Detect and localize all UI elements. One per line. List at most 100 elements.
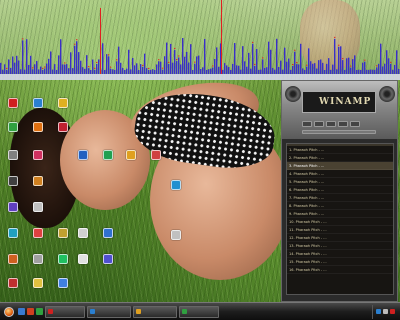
playlist-row[interactable]: 6. Pharaoh Pitch - ... — [287, 186, 393, 194]
taskbar-button[interactable] — [87, 305, 131, 318]
tray-network-icon[interactable] — [376, 309, 381, 314]
analyzer-bar — [286, 61, 288, 74]
playlist-row[interactable]: 3. Pharaoh Pitch - ... — [287, 162, 393, 170]
quicklaunch-browser-icon[interactable] — [27, 308, 34, 315]
desktop-icon[interactable] — [97, 228, 119, 250]
desktop-icon[interactable] — [2, 122, 24, 144]
playlist-row[interactable]: 12. Pharaoh Pitch - ... — [287, 234, 393, 242]
taskbar-button[interactable] — [45, 305, 85, 318]
desktop-icon[interactable] — [2, 98, 24, 120]
desktop-icon[interactable] — [97, 150, 119, 172]
play-button[interactable] — [314, 121, 324, 127]
desktop-icon[interactable] — [52, 254, 74, 276]
playlist-row[interactable]: 4. Pharaoh Pitch - ... — [287, 170, 393, 178]
analyzer-bar — [128, 49, 130, 74]
taskbar-button[interactable] — [179, 305, 219, 318]
tray-volume-icon[interactable] — [383, 309, 388, 314]
stop-button[interactable] — [338, 121, 348, 127]
desktop-icon[interactable] — [27, 122, 49, 144]
app-icon — [33, 98, 43, 108]
desktop-icon[interactable] — [72, 228, 94, 250]
desktop-icon[interactable] — [2, 278, 24, 300]
analyzer-peak — [364, 59, 366, 61]
analyzer-peak — [390, 61, 392, 63]
playlist-row[interactable]: 13. Pharaoh Pitch - ... — [287, 242, 393, 250]
app-icon — [58, 98, 68, 108]
desktop-icon[interactable] — [97, 254, 119, 276]
volume-slider[interactable] — [302, 130, 376, 134]
track-title: 9. Pharaoh Pitch - ... — [289, 212, 325, 216]
analyzer-bar — [270, 49, 272, 74]
analyzer-peak — [342, 58, 344, 60]
playlist-panel[interactable]: 1. Pharaoh Pitch - ... 2. Pharaoh Pitch -… — [286, 143, 394, 295]
desktop-icon[interactable] — [2, 202, 24, 224]
analyzer-bar — [312, 63, 314, 74]
desktop-icon[interactable] — [165, 180, 187, 202]
desktop-icon[interactable] — [2, 150, 24, 172]
quicklaunch-desktop-icon[interactable] — [18, 308, 25, 315]
playlist-row[interactable]: 1. Pharaoh Pitch - ... — [287, 146, 393, 154]
playlist-row[interactable]: 14. Pharaoh Pitch - ... — [287, 250, 393, 258]
playlist-row[interactable]: 9. Pharaoh Pitch - ... — [287, 210, 393, 218]
analyzer-peak — [108, 54, 110, 56]
start-button[interactable] — [1, 305, 17, 319]
desktop-icon[interactable] — [27, 150, 49, 172]
desktop-icon[interactable] — [2, 254, 24, 276]
analyzer-bar — [98, 59, 100, 74]
tray-antivirus-icon[interactable] — [390, 309, 395, 314]
analyzer-peak — [6, 67, 8, 69]
desktop-icon[interactable] — [52, 228, 74, 250]
analyzer-peak — [294, 49, 296, 51]
taskbar-button[interactable] — [133, 305, 177, 318]
desktop-icon[interactable] — [2, 176, 24, 198]
analyzer-bar — [394, 64, 396, 74]
desktop-icon[interactable] — [165, 230, 187, 252]
player-header: WINAMP — [282, 81, 397, 139]
desktop-icon[interactable] — [52, 98, 74, 120]
desktop-icon[interactable] — [27, 254, 49, 276]
playlist-row[interactable]: 5. Pharaoh Pitch - ... — [287, 178, 393, 186]
taskbar-app-icon — [182, 309, 187, 314]
analyzer-bar — [348, 57, 350, 74]
desktop-icon[interactable] — [27, 176, 49, 198]
app-icon — [8, 228, 18, 238]
pause-button[interactable] — [326, 121, 336, 127]
media-player-window[interactable]: WINAMP 1. Pharaoh Pitch - ... 2. Pharaoh … — [281, 80, 398, 302]
app-icon — [171, 230, 181, 240]
playlist-row[interactable]: 16. Pharaoh Pitch - ... — [287, 266, 393, 274]
prev-button[interactable] — [302, 121, 312, 127]
analyzer-bar — [262, 59, 264, 74]
quicklaunch-media-icon[interactable] — [36, 308, 43, 315]
app-icon — [33, 150, 43, 160]
playlist-row[interactable]: 7. Pharaoh Pitch - ... — [287, 194, 393, 202]
desktop-icon[interactable] — [27, 202, 49, 224]
playlist-row[interactable]: 15. Pharaoh Pitch - ... — [287, 258, 393, 266]
desktop-icon[interactable] — [27, 228, 49, 250]
playlist-row[interactable]: 2. Pharaoh Pitch - ... — [287, 154, 393, 162]
desktop-icon[interactable] — [27, 98, 49, 120]
analyzer-bar — [76, 41, 78, 74]
app-icon — [103, 150, 113, 160]
analyzer-peak — [96, 61, 98, 63]
desktop-icon[interactable] — [2, 228, 24, 250]
desktop-icon[interactable] — [27, 278, 49, 300]
playlist-row[interactable]: 8. Pharaoh Pitch - ... — [287, 202, 393, 210]
app-icon — [78, 254, 88, 264]
app-icon — [126, 150, 136, 160]
desktop-icon[interactable] — [145, 150, 167, 172]
desktop-icon[interactable] — [72, 150, 94, 172]
analyzer-bar — [164, 56, 166, 74]
analyzer-peak — [76, 39, 78, 41]
desktop-icon[interactable] — [52, 278, 74, 300]
desktop-icon[interactable] — [72, 254, 94, 276]
playlist-row[interactable]: 11. Pharaoh Pitch - ... — [287, 226, 393, 234]
desktop-icon[interactable] — [120, 150, 142, 172]
analyzer-bar — [390, 63, 392, 74]
analyzer-bar — [188, 62, 190, 74]
playlist-row[interactable]: 10. Pharaoh Pitch - ... — [287, 218, 393, 226]
desktop-icon[interactable] — [52, 122, 74, 144]
analyzer-bar — [118, 46, 120, 74]
playlist-tracks: 1. Pharaoh Pitch - ... 2. Pharaoh Pitch -… — [287, 146, 393, 274]
next-button[interactable] — [350, 121, 360, 127]
taskbar — [0, 302, 400, 320]
